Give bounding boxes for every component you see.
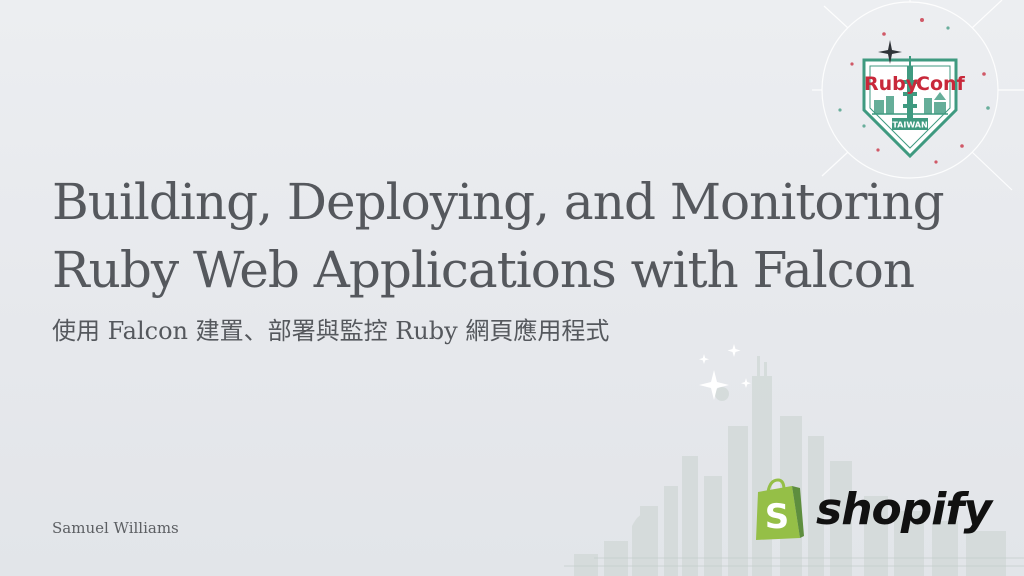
- shopify-logo: S shopify: [752, 478, 992, 548]
- author-name: Samuel Williams: [52, 519, 179, 537]
- logo-region-text: TAIWAN: [892, 121, 927, 130]
- slide-title: Building, Deploying, and Monitoring Ruby…: [52, 168, 992, 304]
- title-slide: Ruby Conf TAIWAN Building, Deploying, an…: [0, 0, 1024, 576]
- shopify-bag-icon: S: [756, 478, 804, 540]
- logo-ruby-text: Ruby: [864, 73, 919, 95]
- sparkle-icon: [699, 344, 751, 400]
- title-line-2: Ruby Web Applications with Falcon: [52, 241, 915, 299]
- title-line-1: Building, Deploying, and Monitoring: [52, 173, 945, 231]
- shopify-wordmark: shopify: [816, 484, 992, 535]
- shopify-bag-letter: S: [765, 497, 790, 537]
- slide-subtitle: 使用 Falcon 建置、部署與監控 Ruby 網頁應用程式: [52, 317, 610, 345]
- logo-conf-text: Conf: [916, 73, 966, 95]
